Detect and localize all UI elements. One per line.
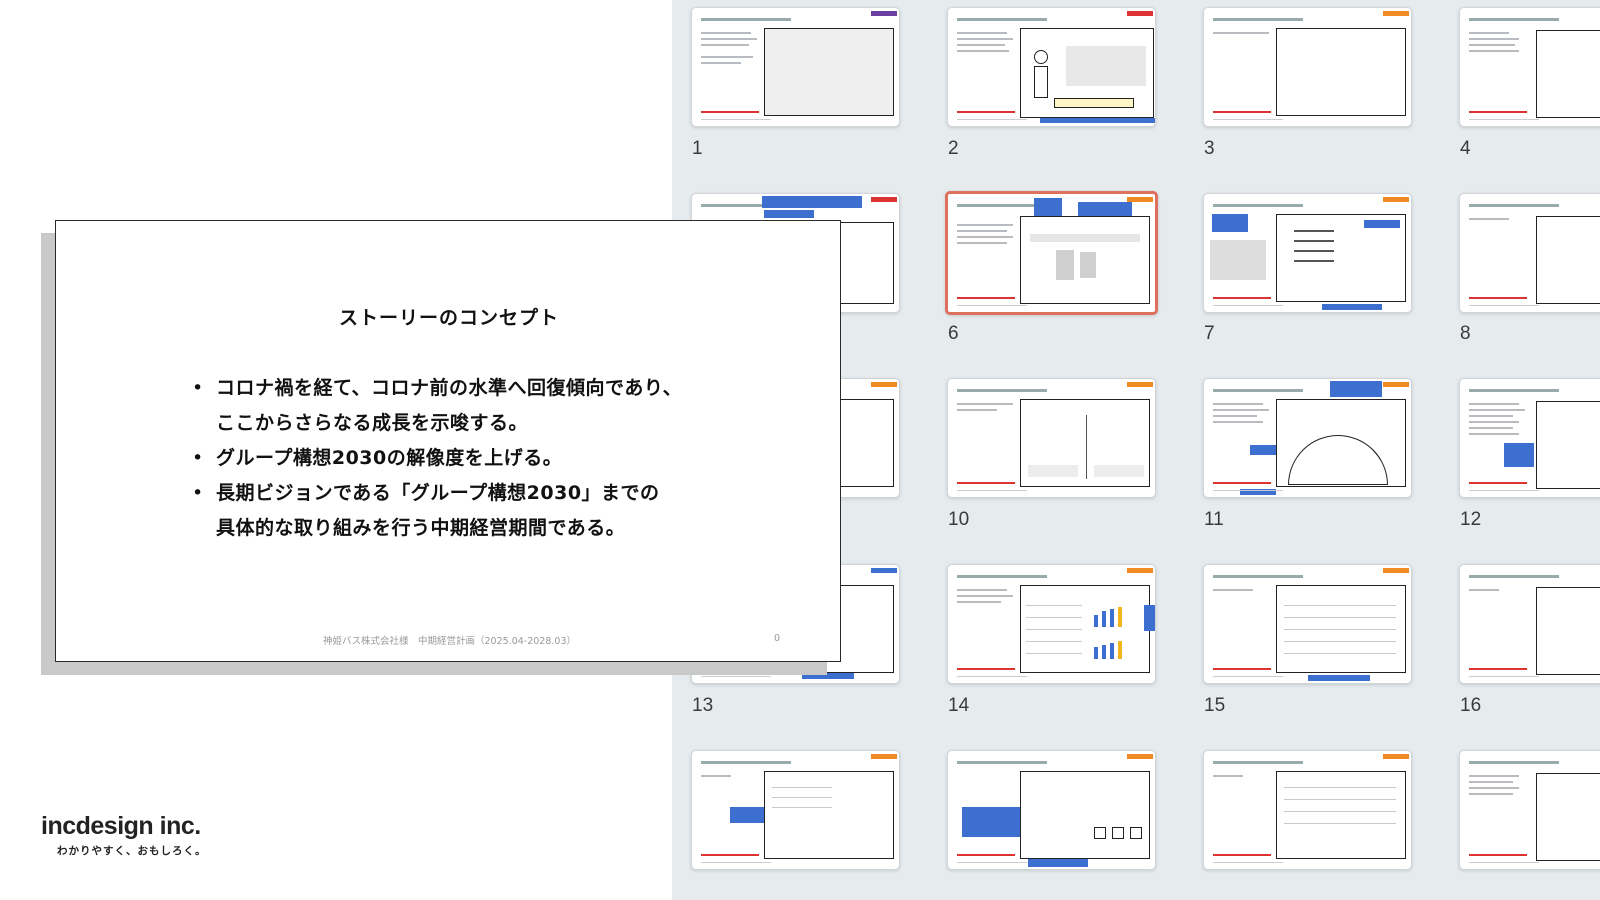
slide-thumbnail-7[interactable] xyxy=(1203,193,1412,313)
slide-number-12: 12 xyxy=(1460,509,1482,530)
bullet-list: • コロナ禍を経て、コロナ前の水準へ回復傾向であり、 ここからさらなる成長を示唆… xyxy=(188,371,808,546)
slide-thumbnail-8[interactable] xyxy=(1459,193,1600,313)
enlarged-slide: ストーリーのコンセプト • コロナ禍を経て、コロナ前の水準へ回復傾向であり、 こ… xyxy=(55,220,841,662)
slide-thumbnail-2[interactable] xyxy=(947,7,1156,127)
slide-thumbnail-1[interactable] xyxy=(691,7,900,127)
slide-thumbnail-19[interactable] xyxy=(1203,750,1412,870)
slide-number-3: 3 xyxy=(1204,138,1215,159)
slide-number-1: 1 xyxy=(692,138,703,159)
slide-thumbnail-4[interactable] xyxy=(1459,7,1600,127)
slide-thumbnail-16[interactable] xyxy=(1459,564,1600,684)
slide-number-4: 4 xyxy=(1460,138,1471,159)
bullet-dot: • xyxy=(192,377,204,399)
bullet-line: 具体的な取り組みを行う中期経営期間である。 xyxy=(216,517,626,539)
logo-name: incdesign inc. xyxy=(41,812,201,840)
slide-thumbnail-6[interactable] xyxy=(945,191,1158,315)
bullet-line: ここからさらなる成長を示唆する。 xyxy=(216,412,529,434)
bullet-line: グループ構想2030の解像度を上げる。 xyxy=(216,447,563,469)
slide-thumbnail-18[interactable] xyxy=(947,750,1156,870)
company-logo: incdesign inc. わかりやすく、おもしろく。 xyxy=(41,812,241,858)
slide-title: ストーリーのコンセプト xyxy=(338,307,559,329)
slide-page-number: 0 xyxy=(774,633,781,644)
bullet-item: • 長期ビジョンである「グループ構想2030」までの 具体的な取り組みを行う中期… xyxy=(188,476,808,546)
bullet-dot: • xyxy=(192,447,204,469)
bullet-line: 長期ビジョンである「グループ構想2030」までの xyxy=(216,482,660,504)
slide-number-10: 10 xyxy=(948,509,970,530)
slide-thumbnail-11[interactable] xyxy=(1203,378,1412,498)
slide-thumbnail-3[interactable] xyxy=(1203,7,1412,127)
bullet-item: • コロナ禍を経て、コロナ前の水準へ回復傾向であり、 ここからさらなる成長を示唆… xyxy=(188,371,808,441)
slide-thumbnail-20[interactable] xyxy=(1459,750,1600,870)
slide-number-14: 14 xyxy=(948,695,970,716)
bullet-line: コロナ禍を経て、コロナ前の水準へ回復傾向であり、 xyxy=(216,377,683,399)
slide-number-2: 2 xyxy=(948,138,959,159)
slide-thumbnail-14[interactable] xyxy=(947,564,1156,684)
bullet-item: • グループ構想2030の解像度を上げる。 xyxy=(188,441,808,476)
bullet-dot: • xyxy=(192,482,204,504)
slide-thumbnail-10[interactable] xyxy=(947,378,1156,498)
slide-thumbnail-17[interactable] xyxy=(691,750,900,870)
logo-tagline: わかりやすく、おもしろく。 xyxy=(57,845,207,857)
presentation-view: 1 2 3 4 6 7 8 10 11 12 13 14 15 16 ストーリー… xyxy=(0,0,1600,900)
slide-number-8: 8 xyxy=(1460,323,1471,344)
slide-number-15: 15 xyxy=(1204,695,1226,716)
slide-thumbnail-15[interactable] xyxy=(1203,564,1412,684)
slide-footer: 神姫バス株式会社様 中期経営計画（2025.04-2028.03） xyxy=(323,636,576,647)
slide-number-16: 16 xyxy=(1460,695,1482,716)
slide-number-11: 11 xyxy=(1204,509,1224,530)
slide-thumbnail-12[interactable] xyxy=(1459,378,1600,498)
slide-number-13: 13 xyxy=(692,695,714,716)
slide-number-6: 6 xyxy=(948,323,959,344)
slide-number-7: 7 xyxy=(1204,323,1215,344)
